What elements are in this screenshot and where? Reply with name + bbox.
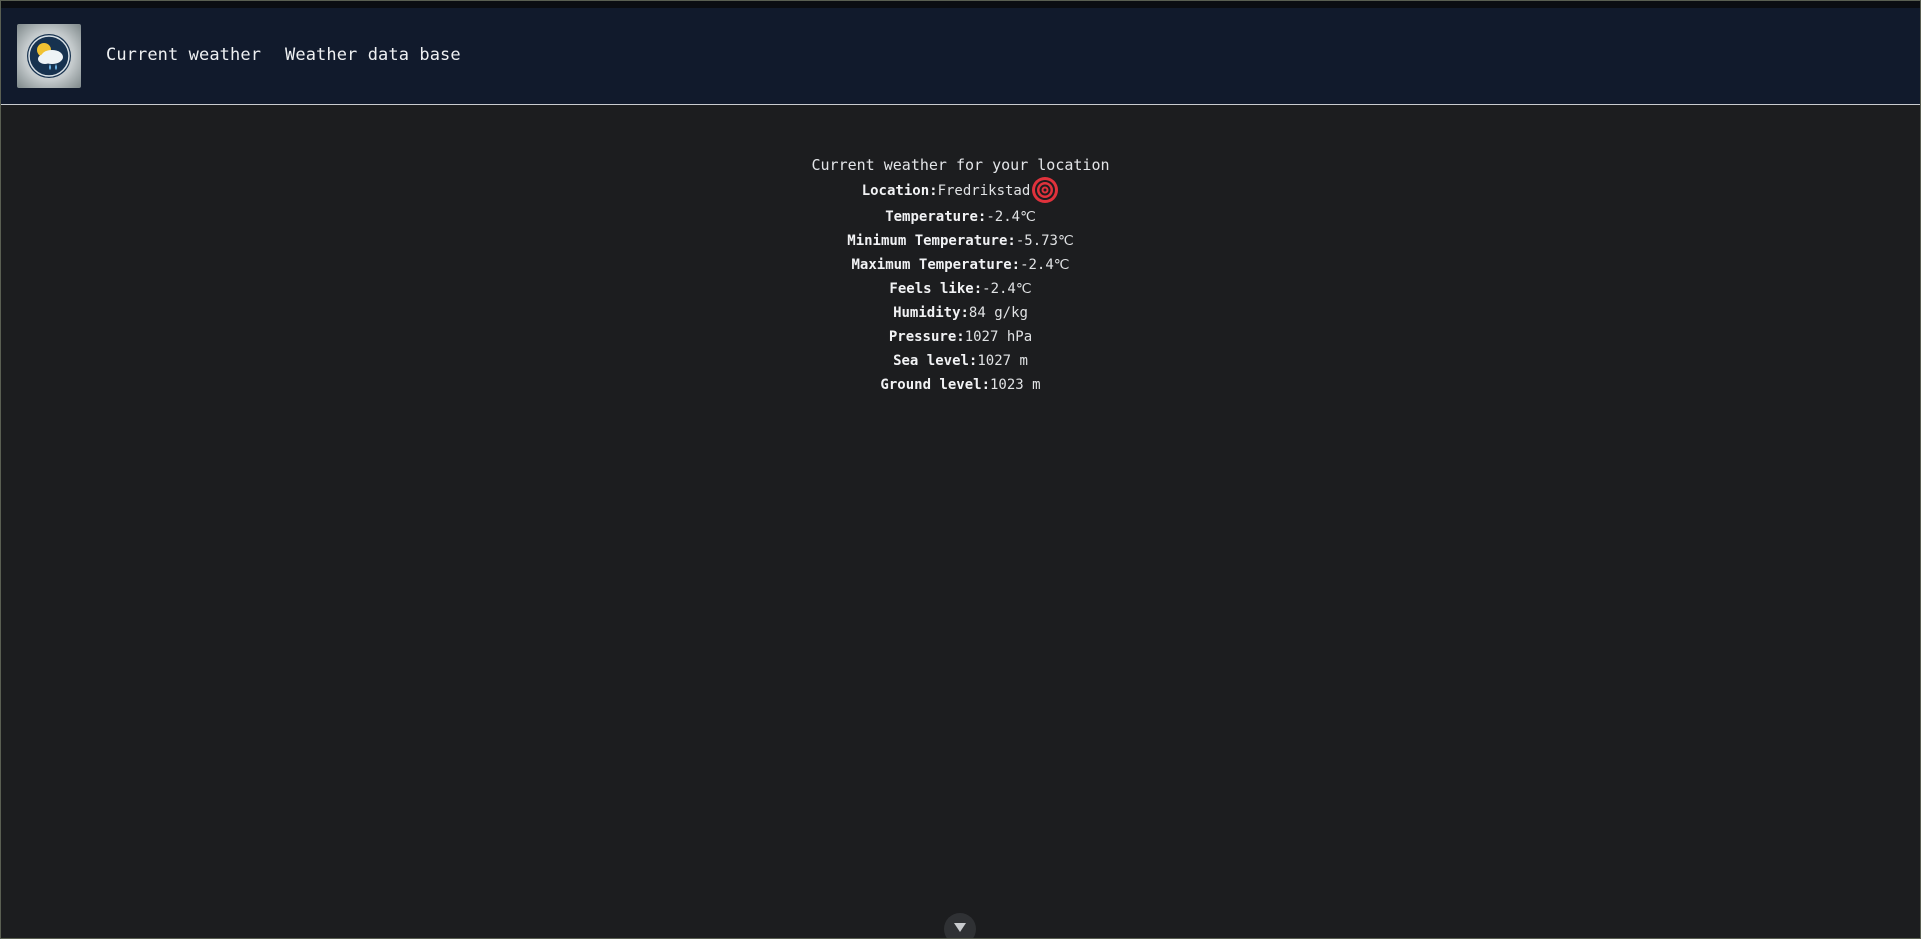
nav-link-weather-data-base[interactable]: Weather data base bbox=[285, 45, 461, 65]
app-window: Current weather Weather data base Curren… bbox=[0, 0, 1921, 939]
max-temperature-row: Maximum Temperature:-2.4℃ bbox=[1, 253, 1920, 277]
max-temperature-value: -2.4℃ bbox=[1020, 257, 1070, 273]
ground-level-value: 1023 m bbox=[990, 377, 1041, 393]
humidity-value: 84 g/kg bbox=[968, 305, 1028, 321]
location-value: Fredrikstad bbox=[937, 183, 1031, 199]
nav-link-current-weather[interactable]: Current weather bbox=[106, 45, 261, 65]
temperature-value: -2.4℃ bbox=[986, 209, 1036, 225]
pressure-label: Pressure: bbox=[888, 329, 965, 345]
weather-heading: Current weather for your location bbox=[811, 156, 1110, 174]
sea-level-value: 1027 m bbox=[977, 353, 1028, 369]
scroll-down-button[interactable] bbox=[944, 913, 976, 938]
location-row: Location:Fredrikstad bbox=[1, 177, 1920, 205]
feels-like-value: -2.4℃ bbox=[982, 281, 1032, 297]
pressure-row: Pressure:1027 hPa bbox=[1, 325, 1920, 349]
location-label: Location: bbox=[861, 183, 938, 199]
feels-like-label: Feels like: bbox=[889, 281, 983, 297]
weather-app-logo-icon[interactable] bbox=[17, 24, 81, 88]
max-temperature-label: Maximum Temperature: bbox=[851, 257, 1021, 273]
pressure-value: 1027 hPa bbox=[964, 329, 1033, 345]
temperature-row: Temperature:-2.4℃ bbox=[1, 205, 1920, 229]
temperature-label: Temperature: bbox=[885, 209, 987, 225]
humidity-row: Humidity:84 g/kg bbox=[1, 301, 1920, 325]
humidity-label: Humidity: bbox=[893, 305, 969, 321]
min-temperature-row: Minimum Temperature:-5.73℃ bbox=[1, 229, 1920, 253]
feels-like-row: Feels like:-2.4℃ bbox=[1, 277, 1920, 301]
navbar: Current weather Weather data base bbox=[1, 8, 1920, 105]
min-temperature-label: Minimum Temperature: bbox=[847, 233, 1016, 249]
top-strip bbox=[1, 1, 1920, 8]
main-nav: Current weather Weather data base bbox=[106, 45, 461, 65]
ground-level-label: Ground level: bbox=[880, 377, 990, 393]
chevron-down-icon bbox=[954, 923, 966, 932]
target-location-icon[interactable] bbox=[1031, 176, 1059, 204]
min-temperature-value: -5.73℃ bbox=[1015, 233, 1074, 249]
ground-level-row: Ground level:1023 m bbox=[1, 373, 1920, 397]
sea-level-row: Sea level:1027 m bbox=[1, 349, 1920, 373]
weather-panel: Current weather for your location Locati… bbox=[1, 105, 1920, 397]
sea-level-label: Sea level: bbox=[893, 353, 978, 369]
